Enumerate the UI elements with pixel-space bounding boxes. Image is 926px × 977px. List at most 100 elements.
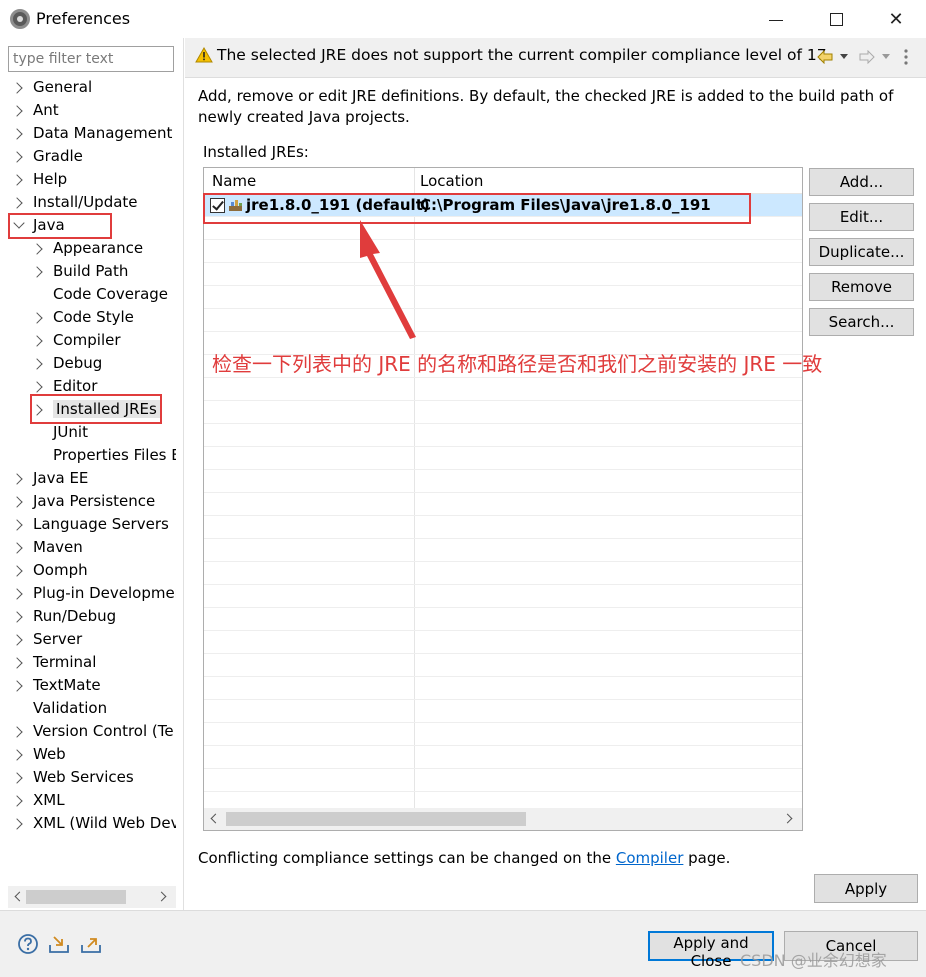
chevron-right-icon[interactable] (11, 657, 23, 669)
view-menu-icon[interactable] (903, 48, 909, 66)
tree-item[interactable]: Server (11, 628, 82, 651)
tree-item[interactable]: Run/Debug (11, 605, 117, 628)
tree-item[interactable]: Plug-in Developmer (11, 582, 176, 605)
highlight-jre-row (203, 193, 751, 224)
tree-item[interactable]: Maven (11, 536, 83, 559)
tree-horizontal-scrollbar[interactable] (8, 886, 176, 908)
forward-menu-chevron-icon[interactable] (881, 53, 891, 61)
tree-item[interactable]: Terminal (11, 651, 96, 674)
tree-item[interactable]: Install/Update (11, 191, 138, 214)
edit-button[interactable]: Edit... (809, 203, 914, 231)
tree-item[interactable]: Web (11, 743, 66, 766)
tree-item[interactable]: JUnit (36, 421, 88, 444)
column-header-location[interactable]: Location (420, 172, 483, 190)
import-preferences-icon[interactable] (48, 933, 70, 955)
chevron-right-icon[interactable] (11, 82, 23, 94)
scroll-right-icon[interactable] (782, 813, 793, 824)
tree-item[interactable]: XML (11, 789, 65, 812)
window-title: Preferences (36, 9, 131, 28)
chevron-right-icon[interactable] (31, 266, 43, 278)
tree-item[interactable]: Compiler (31, 329, 121, 352)
chevron-right-icon[interactable] (11, 726, 23, 738)
chevron-right-icon[interactable] (11, 588, 23, 600)
scroll-left-icon[interactable] (210, 813, 221, 824)
tree-item-label: Appearance (53, 239, 144, 257)
chevron-right-icon[interactable] (11, 151, 23, 163)
forward-arrow-icon[interactable] (859, 50, 875, 64)
chevron-right-icon[interactable] (11, 105, 23, 117)
duplicate-button[interactable]: Duplicate... (809, 238, 914, 266)
tree-item[interactable]: Debug (31, 352, 103, 375)
tree-item[interactable]: Validation (16, 697, 107, 720)
back-arrow-icon[interactable] (817, 50, 833, 64)
tree-item[interactable]: Language Servers (11, 513, 169, 536)
tree-item[interactable]: Help (11, 168, 68, 191)
table-header: Name Location (204, 168, 802, 194)
tree-item[interactable]: Ant (11, 99, 59, 122)
tree-item[interactable]: TextMate (11, 674, 101, 697)
filter-input[interactable] (8, 46, 174, 72)
add-button[interactable]: Add... (809, 168, 914, 196)
help-icon[interactable] (17, 933, 39, 955)
tree-item-label: Code Coverage (53, 285, 169, 303)
tree-item[interactable]: General (11, 76, 92, 99)
chevron-right-icon[interactable] (31, 358, 43, 370)
table-horizontal-scrollbar[interactable] (204, 808, 802, 830)
tree-item[interactable]: Properties Files E (36, 444, 176, 467)
tree-item-label: Help (33, 170, 68, 188)
tree-item[interactable]: Version Control (Te (11, 720, 174, 743)
chevron-right-icon[interactable] (11, 611, 23, 623)
chevron-right-icon[interactable] (11, 197, 23, 209)
chevron-right-icon[interactable] (11, 542, 23, 554)
tree-item-label: Install/Update (33, 193, 138, 211)
tree-item-label: Run/Debug (33, 607, 117, 625)
tree-item-label: Debug (53, 354, 103, 372)
chevron-right-icon[interactable] (11, 473, 23, 485)
tree-item[interactable]: Oomph (11, 559, 88, 582)
compiler-page-link[interactable]: Compiler (616, 849, 684, 867)
chevron-right-icon[interactable] (31, 243, 43, 255)
column-header-name[interactable]: Name (212, 172, 256, 190)
warning-icon (195, 47, 213, 63)
tree-item[interactable]: Java Persistence (11, 490, 155, 513)
chevron-right-icon[interactable] (11, 749, 23, 761)
tree-item[interactable]: XML (Wild Web Dev (11, 812, 176, 835)
back-menu-chevron-icon[interactable] (839, 53, 849, 61)
scroll-right-icon[interactable] (156, 891, 167, 902)
eclipse-app-icon (10, 9, 30, 29)
chevron-right-icon[interactable] (11, 519, 23, 531)
scrollbar-thumb[interactable] (226, 812, 526, 826)
tree-item[interactable]: Code Style (31, 306, 134, 329)
chevron-right-icon[interactable] (11, 795, 23, 807)
remove-button[interactable]: Remove (809, 273, 914, 301)
scrollbar-thumb[interactable] (26, 890, 126, 904)
chevron-right-icon[interactable] (11, 174, 23, 186)
chevron-right-icon[interactable] (31, 381, 43, 393)
chevron-right-icon[interactable] (11, 128, 23, 140)
search-button[interactable]: Search... (809, 308, 914, 336)
chevron-right-icon[interactable] (11, 496, 23, 508)
chevron-right-icon[interactable] (31, 335, 43, 347)
chevron-right-icon[interactable] (11, 772, 23, 784)
tree-item-label: XML (Wild Web Dev (33, 814, 176, 832)
maximize-button[interactable] (806, 0, 866, 38)
tree-item[interactable]: Java EE (11, 467, 88, 490)
close-button[interactable]: ✕ (866, 0, 926, 38)
minimize-button[interactable] (746, 0, 806, 38)
tree-item[interactable]: Appearance (31, 237, 144, 260)
installed-jres-label: Installed JREs: (203, 143, 309, 161)
chevron-right-icon[interactable] (11, 680, 23, 692)
maximize-icon (829, 12, 843, 26)
tree-item[interactable]: Gradle (11, 145, 83, 168)
apply-button[interactable]: Apply (814, 874, 918, 903)
chevron-right-icon[interactable] (11, 565, 23, 577)
scroll-left-icon[interactable] (14, 891, 25, 902)
tree-item[interactable]: Data Management (11, 122, 172, 145)
tree-item[interactable]: Code Coverage (36, 283, 168, 306)
chevron-right-icon[interactable] (31, 312, 43, 324)
export-preferences-icon[interactable] (80, 933, 102, 955)
tree-item[interactable]: Build Path (31, 260, 128, 283)
tree-item[interactable]: Web Services (11, 766, 134, 789)
chevron-right-icon[interactable] (11, 634, 23, 646)
chevron-right-icon[interactable] (11, 818, 23, 830)
